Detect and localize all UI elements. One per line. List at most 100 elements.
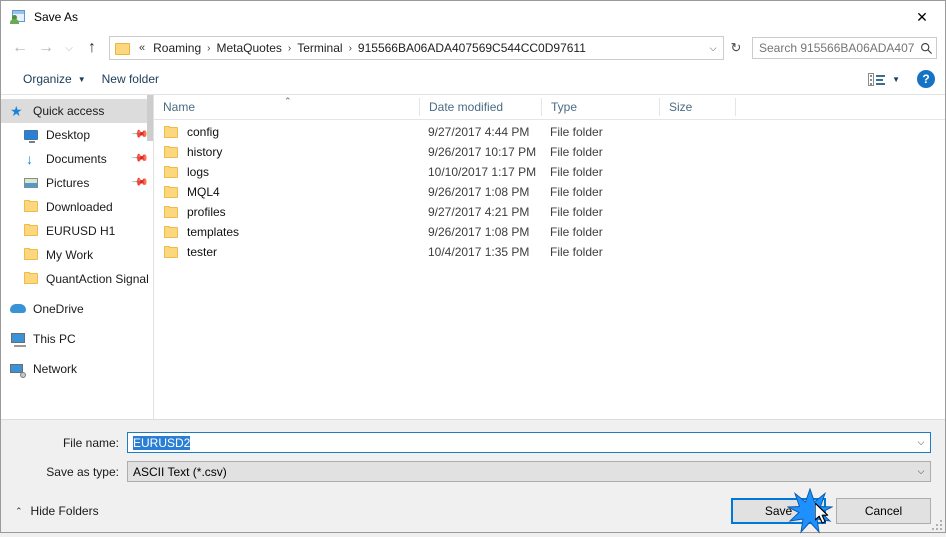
search-box[interactable] bbox=[752, 37, 937, 59]
save-as-dialog: Save As ✕ ← → ⌵ ↑ « Roaming › MetaQuotes… bbox=[0, 0, 946, 534]
breadcrumb: « Roaming › MetaQuotes › Terminal › 9155… bbox=[135, 39, 703, 57]
breadcrumb-item-metaquotes[interactable]: MetaQuotes bbox=[213, 39, 286, 57]
folder-icon bbox=[163, 225, 179, 239]
picture-icon bbox=[23, 175, 39, 191]
row-date: 9/27/2017 4:44 PM bbox=[428, 125, 530, 139]
column-header-date-modified[interactable]: Date modified bbox=[419, 98, 541, 116]
sidebar-item-my-work[interactable]: My Work bbox=[1, 243, 153, 267]
folder-icon bbox=[163, 205, 179, 219]
row-date: 10/10/2017 1:17 PM bbox=[428, 165, 537, 179]
sidebar-item-documents[interactable]: ↓ Documents 📌 bbox=[1, 147, 153, 171]
save-as-type-label: Save as type: bbox=[46, 464, 119, 479]
column-header-type[interactable]: Type bbox=[541, 98, 659, 116]
sidebar-scrollbar-thumb[interactable] bbox=[147, 95, 153, 141]
row-name: MQL4 bbox=[154, 185, 419, 199]
breadcrumb-item-terminal-id[interactable]: 915566BA06ADA407569C544CC0D97611 bbox=[354, 39, 590, 57]
help-icon[interactable]: ? bbox=[917, 70, 935, 88]
column-headers: Name ⌃ Date modified Type Size bbox=[154, 95, 945, 120]
table-row[interactable]: MQL4 9/26/2017 1:08 PM File folder bbox=[154, 182, 945, 202]
pin-icon[interactable]: 📌 bbox=[131, 174, 149, 192]
row-date: 9/26/2017 1:08 PM bbox=[428, 225, 530, 239]
row-type: File folder bbox=[550, 185, 603, 199]
table-row[interactable]: logs 10/10/2017 1:17 PM File folder bbox=[154, 162, 945, 182]
table-row[interactable]: config 9/27/2017 4:44 PM File folder bbox=[154, 122, 945, 142]
breadcrumb-chevron-icon[interactable]: › bbox=[286, 41, 293, 56]
organize-button[interactable]: Organize ▼ bbox=[15, 69, 94, 89]
sidebar-item-label: Desktop bbox=[46, 128, 91, 142]
back-icon[interactable]: ← bbox=[7, 36, 33, 60]
folder-icon bbox=[23, 223, 39, 239]
row-type: File folder bbox=[550, 245, 603, 259]
breadcrumb-overflow[interactable]: « bbox=[135, 40, 149, 56]
folder-icon bbox=[23, 271, 39, 287]
up-icon[interactable]: ↑ bbox=[79, 36, 105, 60]
navigation-bar: ← → ⌵ ↑ « Roaming › MetaQuotes › Termina… bbox=[1, 32, 945, 64]
chevron-down-icon[interactable]: ⌵ bbox=[912, 462, 930, 481]
close-icon[interactable]: ✕ bbox=[899, 1, 945, 32]
address-dropdown-icon[interactable]: ⌵ bbox=[703, 38, 723, 58]
pane-splitter[interactable] bbox=[147, 95, 154, 419]
row-name-label: tester bbox=[187, 245, 218, 259]
change-view-button[interactable]: ▼ bbox=[864, 70, 904, 89]
address-folder-icon bbox=[115, 42, 131, 55]
row-name-label: profiles bbox=[187, 205, 226, 219]
folder-icon bbox=[163, 245, 179, 259]
column-header-name[interactable]: Name ⌃ bbox=[154, 96, 419, 116]
sidebar-item-this-pc[interactable]: This PC bbox=[1, 327, 153, 351]
file-name-value: EURUSD2 bbox=[133, 435, 191, 450]
table-row[interactable]: tester 10/4/2017 1:35 PM File folder bbox=[154, 242, 945, 262]
cloud-icon bbox=[10, 301, 26, 317]
sidebar-item-label: Quick access bbox=[33, 104, 105, 118]
sidebar-item-pictures[interactable]: Pictures 📌 bbox=[1, 171, 153, 195]
save-form: File name: EURUSD2 ⌵ Save as type: ASCII… bbox=[1, 420, 945, 490]
pin-icon[interactable]: 📌 bbox=[131, 150, 149, 168]
table-row[interactable]: templates 9/26/2017 1:08 PM File folder bbox=[154, 222, 945, 242]
breadcrumb-item-roaming[interactable]: Roaming bbox=[149, 39, 205, 57]
star-icon: ★ bbox=[10, 103, 23, 119]
save-as-type-combobox[interactable]: ASCII Text (*.csv) ⌵ bbox=[127, 461, 931, 482]
search-icon[interactable] bbox=[916, 42, 936, 55]
table-row[interactable]: profiles 9/27/2017 4:21 PM File folder bbox=[154, 202, 945, 222]
view-list-icon bbox=[868, 72, 886, 86]
address-bar[interactable]: « Roaming › MetaQuotes › Terminal › 9155… bbox=[109, 36, 724, 60]
sidebar-item-quick-access[interactable]: ★ Quick access bbox=[1, 99, 153, 123]
row-name: tester bbox=[154, 245, 419, 259]
forward-icon[interactable]: → bbox=[33, 36, 59, 60]
sidebar-item-label: My Work bbox=[46, 248, 94, 262]
sidebar-item-label: EURUSD H1 bbox=[46, 224, 116, 238]
row-name-label: history bbox=[187, 145, 223, 159]
row-name-label: logs bbox=[187, 165, 210, 179]
sidebar-item-onedrive[interactable]: OneDrive bbox=[1, 297, 153, 321]
file-name-input[interactable]: EURUSD2 bbox=[128, 435, 912, 450]
cancel-button[interactable]: Cancel bbox=[836, 498, 931, 524]
breadcrumb-item-terminal[interactable]: Terminal bbox=[293, 39, 346, 57]
pin-icon[interactable]: 📌 bbox=[131, 126, 149, 144]
sidebar-item-eurusd-h1[interactable]: EURUSD H1 bbox=[1, 219, 153, 243]
breadcrumb-chevron-icon[interactable]: › bbox=[205, 41, 212, 56]
column-header-label: Name bbox=[163, 100, 196, 114]
save-as-type-row: Save as type: ASCII Text (*.csv) ⌵ bbox=[1, 461, 945, 482]
row-name: history bbox=[154, 145, 419, 159]
row-name-label: templates bbox=[187, 225, 240, 239]
hide-folders-button[interactable]: ⌃ Hide Folders bbox=[15, 504, 99, 518]
sidebar-item-network[interactable]: Network bbox=[1, 357, 153, 381]
sidebar-item-quantaction-signal[interactable]: QuantAction Signal bbox=[1, 267, 153, 291]
search-input[interactable] bbox=[753, 40, 916, 56]
row-name-label: config bbox=[187, 125, 220, 139]
resize-grip[interactable] bbox=[930, 518, 942, 530]
table-row[interactable]: history 9/26/2017 10:17 PM File folder bbox=[154, 142, 945, 162]
chevron-down-icon[interactable]: ⌵ bbox=[912, 433, 930, 452]
file-name-combobox[interactable]: EURUSD2 ⌵ bbox=[127, 432, 931, 453]
dialog-body: ★ Quick access Desktop 📌 ↓ Documents 📌 P… bbox=[1, 95, 945, 420]
new-folder-button[interactable]: New folder bbox=[94, 69, 167, 89]
file-name-label: File name: bbox=[62, 435, 119, 450]
navigation-pane: ★ Quick access Desktop 📌 ↓ Documents 📌 P… bbox=[1, 95, 153, 419]
save-button[interactable]: Save bbox=[731, 498, 826, 524]
recent-locations-icon[interactable]: ⌵ bbox=[59, 36, 79, 60]
refresh-icon[interactable]: ↻ bbox=[725, 37, 747, 59]
breadcrumb-chevron-icon[interactable]: › bbox=[347, 41, 354, 56]
row-type: File folder bbox=[550, 125, 603, 139]
column-header-size[interactable]: Size bbox=[659, 98, 736, 116]
sidebar-item-downloaded[interactable]: Downloaded bbox=[1, 195, 153, 219]
sidebar-item-desktop[interactable]: Desktop 📌 bbox=[1, 123, 153, 147]
